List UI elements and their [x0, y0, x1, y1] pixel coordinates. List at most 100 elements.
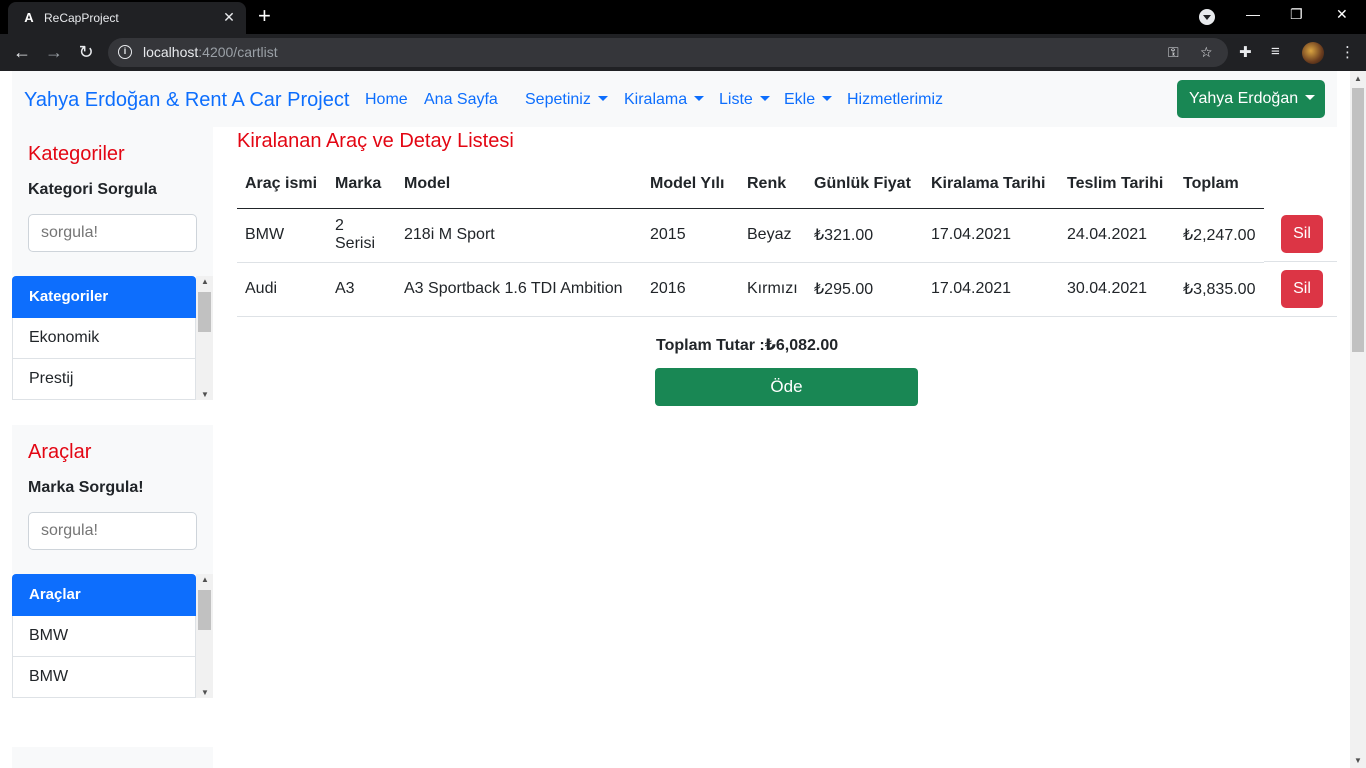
chevron-down-icon — [597, 96, 608, 101]
reload-icon[interactable]: ↻ — [75, 42, 97, 62]
tab-close-icon[interactable]: ✕ — [220, 9, 238, 26]
nav-home[interactable]: Home — [365, 91, 408, 109]
cell-brand: 2 Serisi — [327, 208, 396, 263]
media-control-icon[interactable]: ≡ — [1271, 43, 1280, 60]
cell-return-date: 30.04.2021 — [1059, 262, 1175, 317]
nav-hizmetlerimiz[interactable]: Hizmetlerimiz — [847, 91, 943, 109]
menu-kebab-icon[interactable]: ⋮ — [1340, 43, 1355, 61]
nav-ekle[interactable]: Ekle — [784, 91, 833, 109]
row-divider — [1264, 316, 1337, 317]
address-bar[interactable]: i localhost:4200/cartlist ⚿ ☆ — [108, 38, 1228, 67]
scroll-up-icon[interactable]: ▲ — [201, 575, 209, 584]
site-info-icon[interactable]: i — [118, 45, 132, 59]
scroll-thumb[interactable] — [198, 292, 211, 332]
car-item-bmw[interactable]: BMW — [12, 616, 196, 657]
cell-color: Beyaz — [739, 208, 806, 263]
minimize-icon[interactable]: — — [1246, 6, 1260, 22]
chevron-down-icon — [822, 96, 833, 101]
extensions-icon[interactable]: ✚ — [1239, 43, 1252, 61]
scroll-up-icon[interactable]: ▲ — [1354, 74, 1362, 83]
cars-label: Marka Sorgula! — [28, 479, 144, 496]
car-list-scrollbar[interactable]: ▲ ▼ — [196, 574, 213, 698]
category-list-header[interactable]: Kategoriler — [12, 276, 196, 318]
cell-total: ₺2,247.00 — [1175, 208, 1264, 263]
bookmark-star-icon[interactable]: ☆ — [1200, 44, 1213, 61]
scroll-down-icon[interactable]: ▼ — [1354, 756, 1362, 765]
nav-sepetiniz[interactable]: Sepetiniz — [525, 91, 608, 109]
scroll-down-icon[interactable]: ▼ — [201, 688, 209, 697]
category-search-input[interactable] — [28, 214, 197, 252]
chevron-down-icon — [759, 96, 770, 101]
categories-label: Kategori Sorgula — [28, 181, 157, 198]
page-title: Kiralanan Araç ve Detay Listesi — [237, 130, 514, 152]
nav-kiralama[interactable]: Kiralama — [624, 91, 705, 109]
cell-brand: A3 — [327, 262, 396, 317]
nav-liste-label: Liste — [719, 91, 753, 108]
scroll-down-icon[interactable]: ▼ — [201, 390, 209, 399]
chevron-down-icon — [1305, 95, 1316, 100]
cell-total: ₺3,835.00 — [1175, 262, 1264, 317]
cell-car-name: BMW — [237, 208, 327, 263]
nav-kiralama-label: Kiralama — [624, 91, 688, 108]
column-header: Renk — [739, 161, 806, 209]
cars-card: Araçlar Marka Sorgula! Araçlar BMW BMW ▲… — [12, 425, 213, 698]
restore-icon[interactable]: ❐ — [1290, 6, 1303, 23]
navbar-brand[interactable]: Yahya Erdoğan & Rent A Car Project — [24, 89, 349, 112]
brand-search-input[interactable] — [28, 512, 197, 550]
category-item-prestij[interactable]: Prestij — [12, 359, 196, 400]
user-menu-button[interactable]: Yahya Erdoğan — [1177, 80, 1325, 118]
back-icon[interactable]: ← — [11, 42, 33, 62]
car-list-header[interactable]: Araçlar — [12, 574, 196, 616]
next-sidebar-card — [12, 747, 213, 768]
nav-ana-sayfa[interactable]: Ana Sayfa — [424, 91, 498, 109]
category-list: Kategoriler Ekonomik Prestij ▲ ▼ — [12, 276, 213, 400]
window-close-icon[interactable]: ✕ — [1336, 6, 1348, 23]
pay-button[interactable]: Öde — [655, 368, 918, 406]
tab-title: ReCapProject — [44, 11, 119, 25]
table-header-row: Araç ismi Marka Model Model Yılı Renk Gü… — [237, 161, 1264, 209]
column-header: Toplam — [1175, 161, 1264, 209]
site-navbar: Yahya Erdoğan & Rent A Car Project Home … — [12, 71, 1337, 127]
delete-row-button[interactable]: Sil — [1281, 215, 1323, 253]
category-list-scrollbar[interactable]: ▲ ▼ — [196, 276, 213, 400]
row-divider — [1264, 261, 1337, 262]
url-text: localhost:4200/cartlist — [143, 44, 278, 60]
url-host: localhost — [143, 44, 199, 60]
column-header: Model Yılı — [642, 161, 739, 209]
cell-color: Kırmızı — [739, 262, 806, 317]
cell-daily-price: ₺321.00 — [806, 208, 923, 263]
new-tab-icon[interactable]: + — [258, 5, 271, 27]
browser-toolbar: ← → ↻ i localhost:4200/cartlist ⚿ ☆ ✚ ≡ … — [0, 34, 1366, 71]
cell-model-year: 2015 — [642, 208, 739, 263]
forward-icon[interactable]: → — [43, 42, 65, 62]
page-scrollbar[interactable]: ▲ ▼ — [1350, 71, 1366, 768]
nav-liste[interactable]: Liste — [719, 91, 770, 109]
car-item-bmw[interactable]: BMW — [12, 657, 196, 698]
column-header: Teslim Tarihi — [1059, 161, 1175, 209]
nav-ekle-label: Ekle — [784, 91, 816, 108]
cell-model-year: 2016 — [642, 262, 739, 317]
delete-row-button[interactable]: Sil — [1281, 270, 1323, 308]
scroll-thumb[interactable] — [1352, 88, 1364, 352]
key-icon[interactable]: ⚿ — [1168, 44, 1179, 61]
car-list: Araçlar BMW BMW ▲ ▼ — [12, 574, 213, 698]
column-header: Marka — [327, 161, 396, 209]
cell-return-date: 24.04.2021 — [1059, 208, 1175, 263]
browser-tab[interactable]: A ReCapProject ✕ — [8, 2, 246, 34]
browser-tab-bar: A ReCapProject ✕ + — ❐ ✕ — [0, 0, 1366, 34]
scroll-up-icon[interactable]: ▲ — [201, 277, 209, 286]
tab-search-icon[interactable] — [1199, 9, 1215, 25]
category-item-ekonomik[interactable]: Ekonomik — [12, 318, 196, 359]
categories-card: Kategoriler Kategori Sorgula Kategoriler… — [12, 127, 213, 400]
cars-title: Araçlar — [28, 441, 92, 463]
rental-table: Araç ismi Marka Model Model Yılı Renk Gü… — [237, 161, 1264, 317]
scroll-thumb[interactable] — [198, 590, 211, 630]
profile-avatar[interactable] — [1302, 42, 1324, 64]
cell-model: A3 Sportback 1.6 TDI Ambition — [396, 262, 642, 317]
user-menu-label: Yahya Erdoğan — [1189, 90, 1299, 107]
chevron-down-icon — [694, 96, 705, 101]
categories-title: Kategoriler — [28, 143, 125, 165]
column-header: Model — [396, 161, 642, 209]
total-amount: Toplam Tutar :₺6,082.00 — [656, 337, 839, 354]
table-row: BMW 2 Serisi 218i M Sport 2015 Beyaz ₺32… — [237, 208, 1264, 263]
